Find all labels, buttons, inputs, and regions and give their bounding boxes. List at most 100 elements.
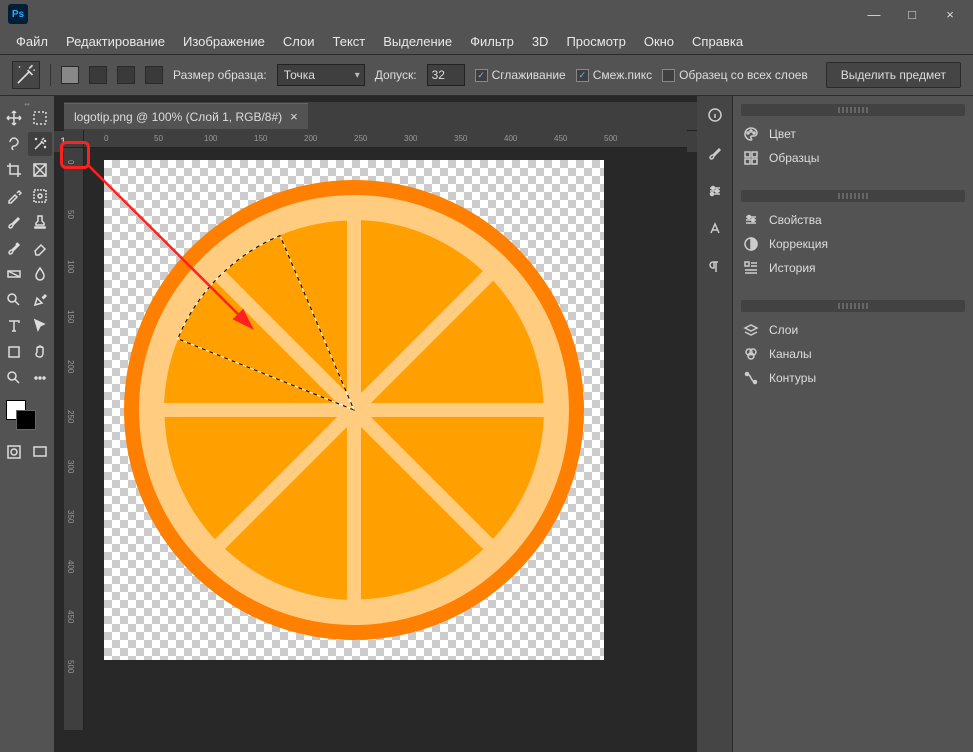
panel-group-3: Слои Каналы Контуры (741, 300, 965, 390)
tab-close-icon[interactable]: × (290, 109, 298, 124)
hand-tool[interactable] (28, 340, 52, 364)
toolbox-grip[interactable]: •• (2, 100, 52, 104)
menu-filter[interactable]: Фильтр (462, 32, 522, 51)
options-bar: Размер образца: Точка Допуск: 32 ✓Сглажи… (0, 54, 973, 96)
canvas[interactable] (104, 160, 604, 660)
healing-tool[interactable] (28, 184, 52, 208)
sample-size-value: Точка (284, 68, 315, 82)
maximize-button[interactable]: □ (893, 2, 931, 26)
tolerance-input[interactable]: 32 (427, 64, 465, 86)
select-subject-button[interactable]: Выделить предмет (826, 62, 961, 88)
zoom-tool[interactable] (2, 366, 26, 390)
panel-label: Коррекция (769, 237, 828, 251)
history-brush-tool[interactable] (2, 236, 26, 260)
panel-paths[interactable]: Контуры (741, 366, 965, 390)
document-tabbar: logotip.png @ 100% (Слой 1, RGB/8#) × (64, 102, 697, 130)
panel-label: Свойства (769, 213, 822, 227)
toolbox: •• (0, 96, 54, 752)
all-layers-checkbox[interactable]: Образец со всех слоев (662, 68, 808, 82)
path-select-tool[interactable] (28, 314, 52, 338)
character-panel-icon[interactable] (704, 218, 726, 240)
document-tab[interactable]: logotip.png @ 100% (Слой 1, RGB/8#) × (64, 103, 308, 129)
mode-swatch-1[interactable] (61, 66, 79, 84)
menu-edit[interactable]: Редактирование (58, 32, 173, 51)
menu-select[interactable]: Выделение (375, 32, 460, 51)
ruler-vertical[interactable]: 050100150200250300350400450500 (64, 148, 84, 730)
quickmask-tool[interactable] (2, 440, 26, 464)
lasso-tool[interactable] (2, 132, 26, 156)
extra-tool[interactable] (28, 366, 52, 390)
panel-adjustments[interactable]: Коррекция (741, 232, 965, 256)
close-button[interactable]: × (931, 2, 969, 26)
menu-file[interactable]: Файл (8, 32, 56, 51)
marquee-tool[interactable] (28, 106, 52, 130)
eraser-tool[interactable] (28, 236, 52, 260)
ruler-horizontal[interactable]: 050100150200250300350400450500 (84, 130, 687, 148)
magic-wand-tool[interactable] (28, 132, 52, 156)
menu-window[interactable]: Окно (636, 32, 682, 51)
menu-text[interactable]: Текст (325, 32, 374, 51)
pen-tool[interactable] (28, 288, 52, 312)
panel-color[interactable]: Цвет (741, 122, 965, 146)
brush-panel-icon[interactable] (704, 142, 726, 164)
right-panels: Цвет Образцы Свойства Коррекция История … (697, 96, 973, 752)
mode-swatch-4[interactable] (145, 66, 163, 84)
color-swatches[interactable] (2, 398, 52, 434)
mode-swatch-2[interactable] (89, 66, 107, 84)
brush-tool[interactable] (2, 210, 26, 234)
minimize-button[interactable]: — (855, 2, 893, 26)
ruler-corner (64, 130, 84, 148)
panel-layers[interactable]: Слои (741, 318, 965, 342)
panel-iconbar (697, 96, 733, 752)
stamp-tool[interactable] (28, 210, 52, 234)
type-tool[interactable] (2, 314, 26, 338)
menu-3d[interactable]: 3D (524, 32, 557, 51)
menu-image[interactable]: Изображение (175, 32, 273, 51)
panel-channels[interactable]: Каналы (741, 342, 965, 366)
panel-group-1: Цвет Образцы (741, 104, 965, 170)
blur-tool[interactable] (28, 262, 52, 286)
titlebar: Ps — □ × (0, 0, 973, 28)
panel-label: Слои (769, 323, 798, 337)
panel-history[interactable]: История (741, 256, 965, 280)
panel-swatches[interactable]: Образцы (741, 146, 965, 170)
panel-grip[interactable] (741, 300, 965, 312)
panel-grip[interactable] (741, 190, 965, 202)
panel-label: Цвет (769, 127, 796, 141)
tolerance-label: Допуск: (375, 68, 417, 82)
info-icon[interactable] (704, 104, 726, 126)
all-layers-label: Образец со всех слоев (679, 68, 808, 82)
dodge-tool[interactable] (2, 288, 26, 312)
canvas-artwork (104, 160, 604, 660)
check-icon (662, 69, 675, 82)
antialias-checkbox[interactable]: ✓Сглаживание (475, 68, 566, 82)
menubar: Файл Редактирование Изображение Слои Тек… (0, 28, 973, 54)
crop-tool[interactable] (2, 158, 26, 182)
eyedropper-tool[interactable] (2, 184, 26, 208)
sample-size-dropdown[interactable]: Точка (277, 64, 365, 86)
app-logo: Ps (8, 4, 28, 24)
ps-text: Ps (12, 9, 24, 20)
panel-grip[interactable] (741, 104, 965, 116)
screenmode-tool[interactable] (28, 440, 52, 464)
menu-help[interactable]: Справка (684, 32, 751, 51)
adjust-panel-icon[interactable] (704, 180, 726, 202)
panel-label: Каналы (769, 347, 812, 361)
menu-layers[interactable]: Слои (275, 32, 323, 51)
paragraph-panel-icon[interactable] (704, 256, 726, 278)
current-tool-indicator[interactable] (12, 61, 40, 89)
panel-properties[interactable]: Свойства (741, 208, 965, 232)
contiguous-checkbox[interactable]: ✓Смеж.пикс (576, 68, 652, 82)
tolerance-value: 32 (432, 68, 445, 82)
contiguous-label: Смеж.пикс (593, 68, 652, 82)
mode-swatch-3[interactable] (117, 66, 135, 84)
frame-tool[interactable] (28, 158, 52, 182)
menu-view[interactable]: Просмотр (558, 32, 633, 51)
sample-size-label: Размер образца: (173, 68, 267, 82)
gradient-tool[interactable] (2, 262, 26, 286)
main-area: •• (0, 96, 973, 752)
check-icon: ✓ (475, 69, 488, 82)
shape-tool[interactable] (2, 340, 26, 364)
background-color[interactable] (16, 410, 36, 430)
move-tool[interactable] (2, 106, 26, 130)
